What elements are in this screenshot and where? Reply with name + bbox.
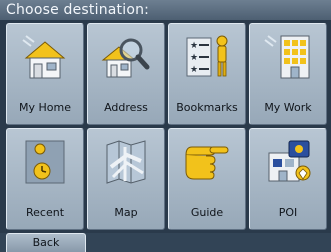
recent-clock-icon (25, 140, 65, 184)
home-icon (22, 35, 66, 79)
tile-map[interactable]: Map (87, 128, 165, 230)
address-search-icon (101, 38, 150, 78)
page-title: Choose destination: (0, 0, 331, 20)
tile-address[interactable]: Address (87, 23, 165, 125)
tile-recent[interactable]: Recent (6, 128, 84, 230)
tile-label: My Work (264, 101, 312, 114)
svg-text:★: ★ (190, 53, 198, 63)
tile-bookmarks[interactable]: ★ ★ ★ Bookmarks (168, 23, 246, 125)
destination-grid: My Home Address ★ ★ ★ Bookmarks My Work … (6, 23, 327, 230)
tile-label: Address (104, 101, 148, 114)
guide-pointing-hand-icon (185, 146, 229, 180)
tile-label: My Home (19, 101, 71, 114)
tile-label: Guide (190, 206, 224, 219)
tile-label: POI (278, 206, 298, 219)
tile-guide[interactable]: Guide (168, 128, 246, 230)
svg-text:★: ★ (190, 41, 198, 51)
map-icon (106, 140, 146, 184)
poi-icon (268, 140, 311, 182)
back-button[interactable]: Back (6, 233, 86, 252)
svg-text:★: ★ (190, 65, 198, 75)
tile-my-work[interactable]: My Work (249, 23, 327, 125)
tile-poi[interactable]: POI (249, 128, 327, 230)
work-building-icon (264, 35, 310, 79)
destination-screen: Choose destination: My Home Address ★ ★ … (0, 0, 331, 252)
tile-label: Map (114, 206, 138, 219)
tile-my-home[interactable]: My Home (6, 23, 84, 125)
bookmarks-icon: ★ ★ ★ (186, 35, 228, 77)
tile-label: Recent (25, 206, 65, 219)
tile-label: Bookmarks (176, 101, 238, 114)
